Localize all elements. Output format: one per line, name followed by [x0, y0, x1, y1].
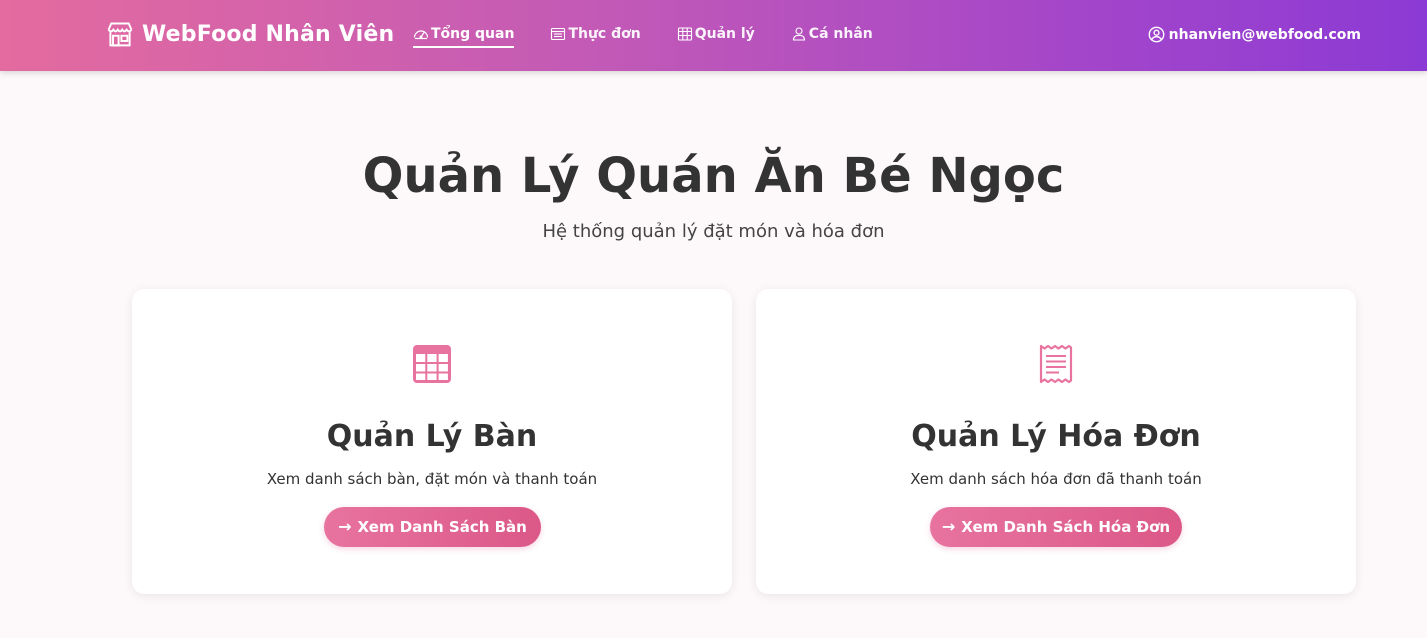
button-label: Xem Danh Sách Bàn — [357, 518, 527, 536]
card-title: Quản Lý Bàn — [326, 419, 538, 454]
menu-list-icon — [550, 26, 566, 42]
brand-name: WebFood Nhân Viên — [142, 21, 395, 47]
arrow-right-icon: → — [338, 517, 352, 536]
card-table-management: Quản Lý Bàn Xem danh sách bàn, đặt món v… — [132, 289, 732, 594]
person-icon — [791, 26, 807, 42]
card-description: Xem danh sách hóa đơn đã thanh toán — [910, 470, 1202, 488]
view-tables-button[interactable]: → Xem Danh Sách Bàn — [324, 507, 541, 547]
user-account-link[interactable]: nhanvien@webfood.com — [1148, 26, 1361, 43]
nav-item-tong-quan[interactable]: Tổng quan — [413, 26, 515, 48]
card-invoice-management: Quản Lý Hóa Đơn Xem danh sách hóa đơn đã… — [756, 289, 1356, 594]
speedometer-icon — [413, 26, 429, 42]
nav-item-label: Quản lý — [694, 26, 755, 42]
card-description: Xem danh sách bàn, đặt món và thanh toán — [266, 470, 598, 488]
nav-item-label: Tổng quan — [431, 26, 515, 42]
nav-item-label: Cá nhân — [808, 26, 873, 42]
shop-icon — [106, 20, 134, 48]
receipt-icon — [756, 343, 1356, 385]
table-grid-icon — [132, 343, 732, 385]
arrow-right-icon: → — [941, 517, 956, 536]
nav-item-quan-ly[interactable]: Quản lý — [677, 26, 755, 48]
user-email: nhanvien@webfood.com — [1168, 26, 1361, 43]
nav-item-label: Thực đơn — [568, 26, 641, 42]
brand-link[interactable]: WebFood Nhân Viên — [106, 20, 394, 48]
nav-item-thuc-don[interactable]: Thực đơn — [550, 26, 641, 48]
nav-links: Tổng quan Thực đơn Quản lý Cá nhân — [413, 26, 873, 48]
view-invoices-button[interactable]: → Xem Danh Sách Hóa Đơn — [930, 507, 1182, 547]
button-label: Xem Danh Sách Hóa Đơn — [961, 518, 1171, 536]
page-subtitle: Hệ thống quản lý đặt món và hóa đơn — [542, 221, 885, 242]
top-navbar: WebFood Nhân Viên Tổng quan Thực đơn Quả… — [0, 0, 1427, 71]
nav-item-ca-nhan[interactable]: Cá nhân — [791, 26, 873, 48]
page-title: Quản Lý Quán Ăn Bé Ngọc — [362, 148, 1065, 204]
table-grid-icon — [677, 26, 693, 42]
user-circle-icon — [1148, 26, 1165, 43]
card-title: Quản Lý Hóa Đơn — [911, 419, 1201, 454]
